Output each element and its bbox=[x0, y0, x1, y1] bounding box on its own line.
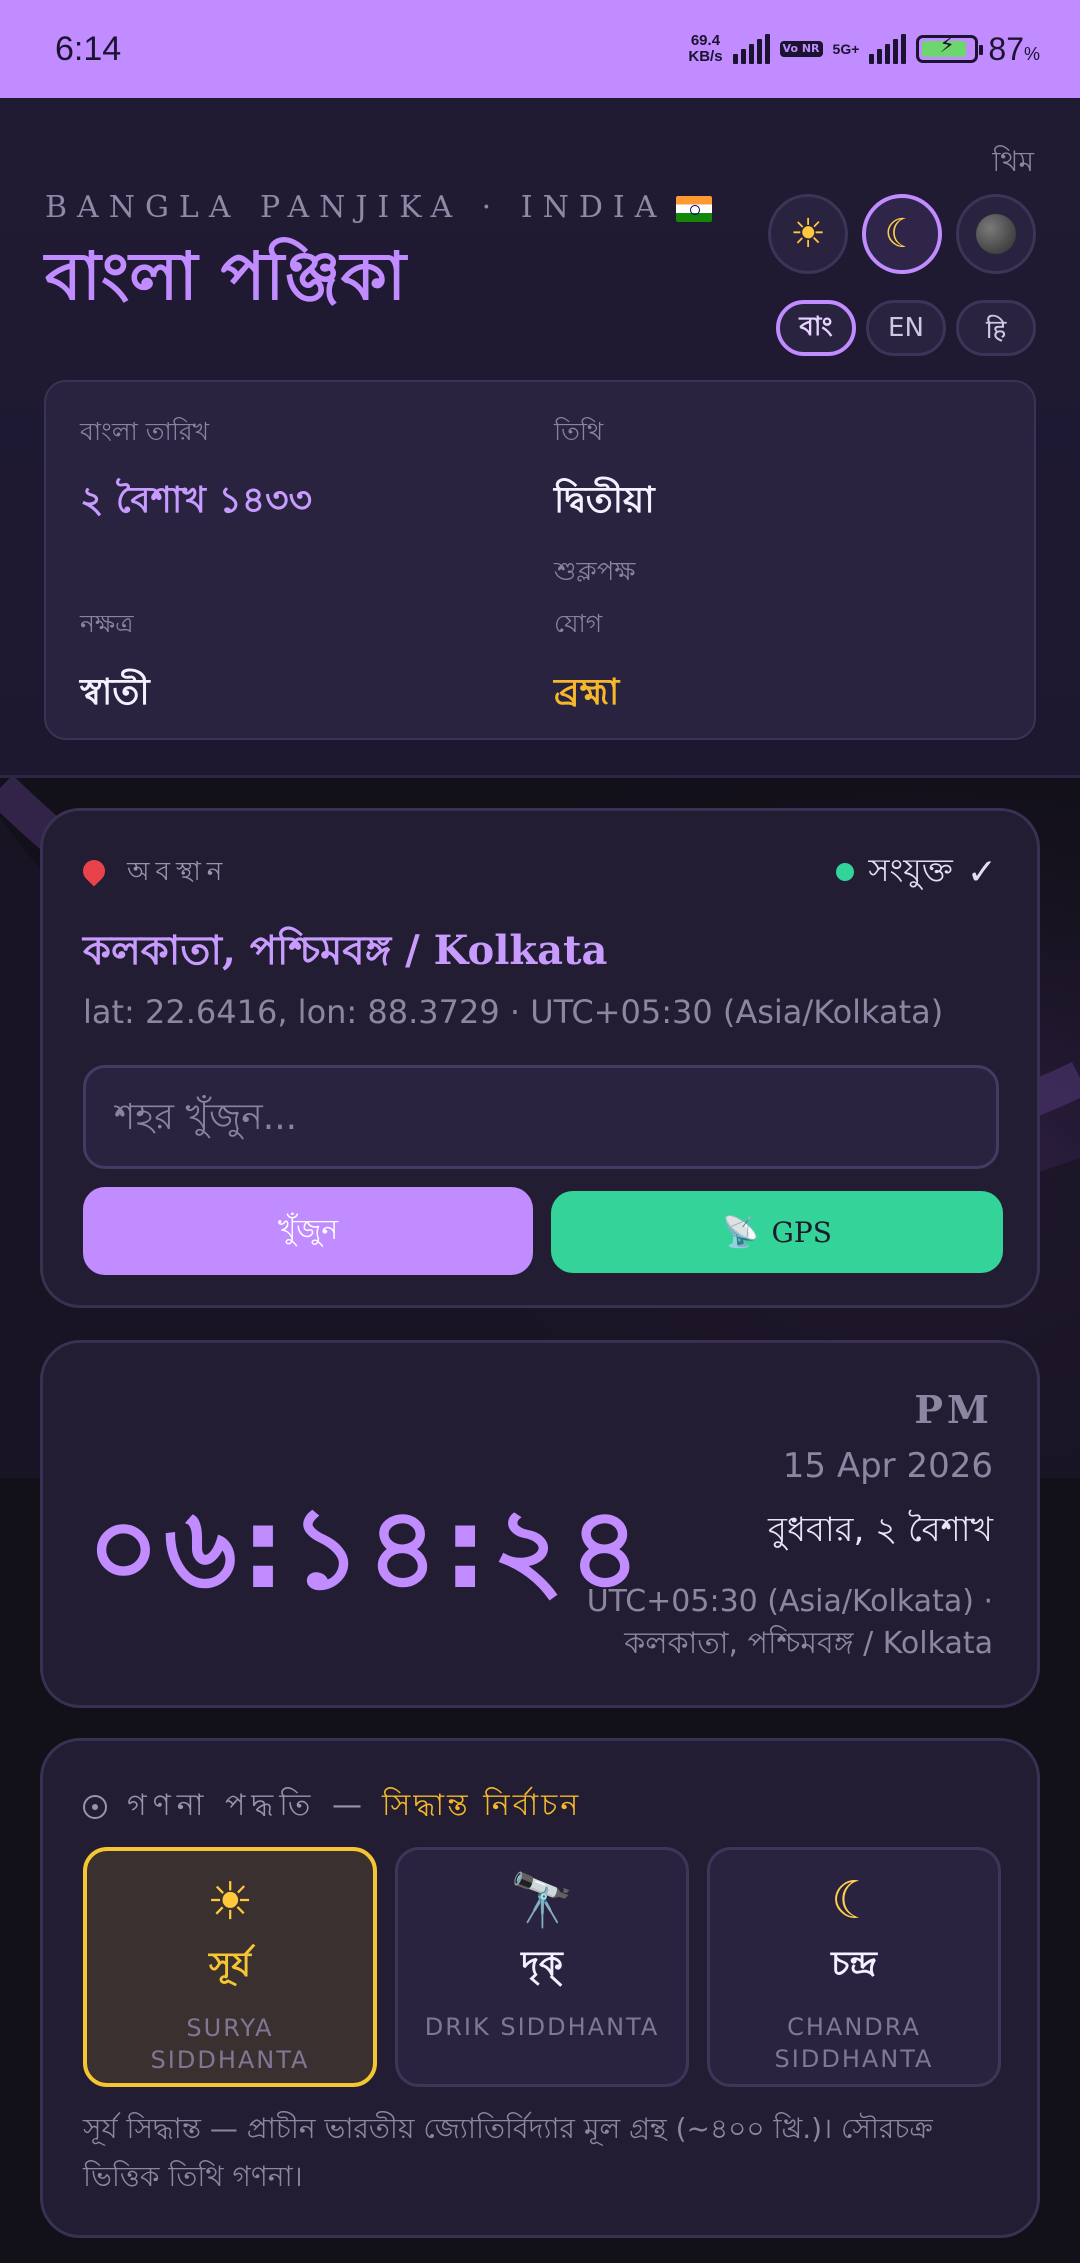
clock-card: ০৬:১৪:২৪ PM 15 Apr 2026 বুধবার, ২ বৈশাখ … bbox=[40, 1340, 1040, 1708]
app-title: বাংলা পঞ্জিকা bbox=[45, 238, 406, 315]
location-card: অবস্থান সংযুক্ত ✓ কলকাতা, পশ্চিমবঙ্গ / K… bbox=[40, 808, 1040, 1308]
theme-dark-button[interactable]: ☾ bbox=[862, 194, 942, 274]
clock-ampm: PM bbox=[914, 1387, 993, 1432]
method-name: চন্দ্র bbox=[831, 1944, 877, 1984]
tithi-label: তিথি bbox=[554, 417, 604, 446]
lang-bangla-button[interactable]: বাং bbox=[776, 300, 856, 356]
lang-english-button[interactable]: EN bbox=[866, 300, 946, 356]
brand-subtitle: BANGLA PANJIKA · INDIA bbox=[45, 190, 713, 225]
bangla-date-label: বাংলা তারিখ bbox=[80, 417, 210, 446]
moon-icon: ☾ bbox=[884, 211, 920, 257]
status-dot-icon bbox=[836, 863, 855, 881]
network-speed: 69.4 KB/s bbox=[688, 32, 723, 65]
status-indicators: 69.4 KB/s Vo NR 5G+ ⚡ 87% bbox=[688, 31, 1040, 68]
yoga-block: যোগ ব্রহ্মা bbox=[554, 604, 619, 725]
bangla-date-block: বাংলা তারিখ ২ বৈশাখ ১৪৩৩ bbox=[80, 412, 312, 533]
telescope-icon: 🔭 bbox=[509, 1871, 575, 1931]
yoga-value: ব্রহ্মা bbox=[554, 672, 620, 713]
battery-percent: 87% bbox=[988, 30, 1040, 67]
nakshatra-label: নক্ষত্র bbox=[80, 609, 134, 638]
signal-icon bbox=[732, 34, 770, 64]
india-flag-icon bbox=[676, 196, 713, 222]
clock-timezone: UTC+05:30 (Asia/Kolkata) · কলকাতা, পশ্চি… bbox=[586, 1584, 993, 1661]
clock-time: ০৬:১৪:২৪ bbox=[87, 1484, 646, 1614]
clock-day: বুধবার, ২ বৈশাখ bbox=[768, 1510, 993, 1550]
nakshatra-value: স্বাতী bbox=[80, 672, 150, 713]
connection-status-text: সংযুক্ত bbox=[868, 851, 953, 889]
search-button[interactable]: খুঁজুন bbox=[83, 1187, 533, 1275]
method-english-name: DRIK SIDDHANTA bbox=[424, 2013, 660, 2041]
method-name: দৃক্ bbox=[521, 1944, 563, 1984]
gps-button[interactable]: 📡 GPS bbox=[551, 1191, 1003, 1273]
method-english-name: CHANDRA SIDDHANTA bbox=[774, 2013, 934, 2073]
network-type: 5G+ bbox=[832, 41, 860, 57]
signal-icon-2 bbox=[869, 34, 907, 64]
yoga-label: যোগ bbox=[554, 609, 603, 638]
method-heading-highlight: সিদ্ধান্ত নির্বাচন bbox=[381, 1788, 582, 1823]
dark-circle-icon bbox=[976, 214, 1016, 254]
sun-icon: ☀ bbox=[790, 211, 826, 257]
method-surya-option[interactable]: ☀ সূর্য SURYA SIDDHANTA bbox=[83, 1847, 377, 2087]
connection-status: সংযুক্ত ✓ bbox=[836, 845, 997, 899]
theme-label: থিম bbox=[992, 145, 1034, 178]
lang-hindi-button[interactable]: हि bbox=[956, 300, 1036, 356]
tithi-value: দ্বিতীয়া bbox=[554, 480, 655, 521]
status-bar: 6:14 69.4 KB/s Vo NR 5G+ ⚡ 87% bbox=[0, 0, 1080, 98]
theme-light-button[interactable]: ☀ bbox=[768, 194, 848, 274]
location-pin-icon bbox=[78, 855, 110, 887]
theme-black-button[interactable] bbox=[956, 194, 1036, 274]
theme-switcher: ☀ ☾ bbox=[768, 194, 1036, 274]
tithi-block: তিথি দ্বিতীয়া শুক্লপক্ষ bbox=[554, 412, 655, 595]
location-city: কলকাতা, পশ্চিমবঙ্গ / Kolkata bbox=[83, 927, 608, 974]
calculation-method-card: গণনা পদ্ধতি — সিদ্ধান্ত নির্বাচন ☀ সূর্য… bbox=[40, 1738, 1040, 2238]
paksha-value: শুক্লপক্ষ bbox=[554, 557, 636, 587]
location-coordinates: lat: 22.6416, lon: 88.3729 · UTC+05:30 (… bbox=[83, 993, 944, 1031]
language-switcher: বাং EN हि bbox=[776, 300, 1036, 356]
method-drik-option[interactable]: 🔭 দৃক্ DRIK SIDDHANTA bbox=[395, 1847, 689, 2087]
check-icon: ✓ bbox=[966, 851, 997, 893]
clock-details: PM 15 Apr 2026 বুধবার, ২ বৈশাখ UTC+05:30… bbox=[587, 1387, 993, 1665]
method-description: সূর্য সিদ্ধান্ত — প্রাচীন ভারতীয় জ্যোতি… bbox=[83, 2112, 933, 2193]
satellite-icon: 📡 bbox=[722, 1214, 760, 1250]
method-name: সূর্য bbox=[208, 1945, 252, 1985]
bangla-date-value: ২ বৈশাখ ১৪৩৩ bbox=[80, 480, 312, 521]
app-header: থিম BANGLA PANJIKA · INDIA বাংলা পঞ্জিকা… bbox=[0, 98, 1080, 778]
sun-icon: ☀ bbox=[206, 1872, 254, 1932]
method-heading: গণনা পদ্ধতি — সিদ্ধান্ত নির্বাচন bbox=[83, 1781, 581, 1832]
method-chandra-option[interactable]: ☾ চন্দ্র CHANDRA SIDDHANTA bbox=[707, 1847, 1001, 2087]
status-time: 6:14 bbox=[55, 29, 122, 68]
target-icon bbox=[83, 1794, 107, 1819]
city-search-input[interactable] bbox=[83, 1065, 999, 1169]
clock-date: 15 Apr 2026 bbox=[782, 1446, 993, 1486]
location-heading: অবস্থান bbox=[78, 851, 228, 895]
battery-icon: ⚡ bbox=[916, 33, 984, 63]
method-english-name: SURYA SIDDHANTA bbox=[150, 2014, 310, 2074]
today-info-card: বাংলা তারিখ ২ বৈশাখ ১৪৩৩ তিথি দ্বিতীয়া … bbox=[44, 380, 1036, 740]
crescent-moon-icon: ☾ bbox=[830, 1871, 878, 1931]
volte-icon: Vo NR bbox=[779, 41, 823, 57]
method-options: ☀ সূর্য SURYA SIDDHANTA 🔭 দৃক্ DRIK SIDD… bbox=[83, 1847, 1001, 2087]
charging-icon: ⚡ bbox=[939, 33, 955, 58]
nakshatra-block: নক্ষত্র স্বাতী bbox=[80, 604, 150, 725]
